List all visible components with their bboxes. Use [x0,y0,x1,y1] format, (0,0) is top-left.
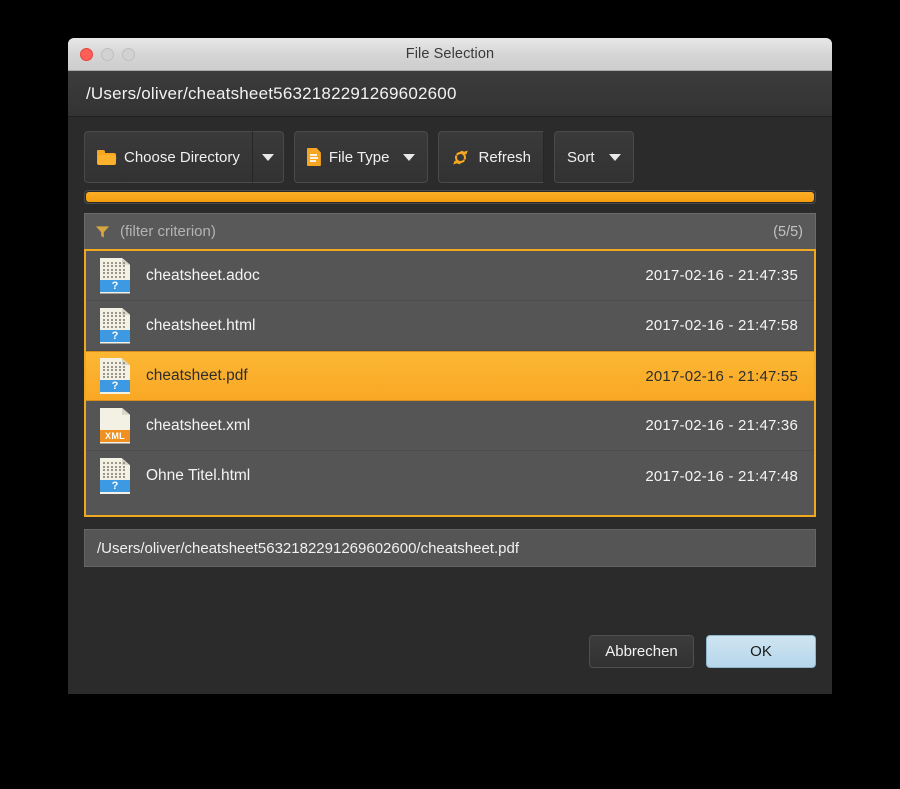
xml-file-icon: XML [100,407,130,444]
title-bar: File Selection [68,38,832,71]
choose-directory-dropdown-button[interactable] [252,131,284,183]
file-type-button[interactable]: File Type [293,131,429,183]
chevron-down-icon [403,153,416,161]
toolbar: Choose Directory File Type Refresh Sort [84,131,816,183]
choose-directory-label: Choose Directory [124,148,240,166]
progress-fill [86,192,814,202]
file-list-row[interactable]: XML cheatsheet.xml 2017-02-16 - 21:47:36 [86,401,814,451]
generic-file-icon: ? [100,358,130,394]
file-name: cheatsheet.adoc [146,266,260,284]
document-icon [306,148,321,166]
sort-button[interactable]: Sort [554,131,634,183]
window-title: File Selection [405,46,495,62]
file-list-row[interactable]: ? cheatsheet.pdf 2017-02-16 - 21:47:55 [86,351,814,401]
current-directory-path: /Users/oliver/cheatsheet5632182291269602… [86,83,457,103]
file-list-row[interactable]: ? Ohne Titel.html 2017-02-16 - 21:47:48 [86,451,814,501]
file-list-row[interactable]: ? cheatsheet.adoc 2017-02-16 - 21:47:35 [86,251,814,301]
chevron-down-icon [608,153,621,161]
filter-count-label: (5/5) [773,223,803,240]
file-modified-date: 2017-02-16 - 21:47:35 [645,267,798,284]
cancel-button[interactable]: Abbrechen [589,635,694,668]
generic-file-icon: ? [100,458,130,494]
folder-icon [97,149,117,165]
file-selection-window: File Selection /Users/oliver/cheatsheet5… [68,38,832,694]
chevron-down-icon [261,153,274,161]
file-name: Ohne Titel.html [146,467,251,484]
refresh-label: Refresh [478,148,532,166]
refresh-icon [451,148,470,167]
file-name: cheatsheet.pdf [146,367,248,384]
file-type-label: File Type [328,148,390,166]
file-name: cheatsheet.html [146,316,256,334]
funnel-icon [95,224,110,240]
selected-file-path-field[interactable]: /Users/oliver/cheatsheet5632182291269602… [84,529,816,567]
dialog-body: Choose Directory File Type Refresh Sort … [68,117,832,567]
file-name: cheatsheet.xml [146,416,251,434]
loading-progress-bar [84,190,816,204]
file-modified-date: 2017-02-16 - 21:47:55 [645,367,798,385]
file-modified-date: 2017-02-16 - 21:47:48 [645,467,798,485]
file-list-row[interactable]: ? cheatsheet.html 2017-02-16 - 21:47:58 [86,301,814,351]
generic-file-icon: ? [100,307,130,344]
file-modified-date: 2017-02-16 - 21:47:58 [645,317,798,334]
choose-directory-button[interactable]: Choose Directory [84,131,253,183]
selected-file-path-text: /Users/oliver/cheatsheet5632182291269602… [97,539,519,557]
sort-label: Sort [567,148,595,166]
dialog-footer: Abbrechen OK [589,635,816,668]
current-directory-header: /Users/oliver/cheatsheet5632182291269602… [68,71,832,117]
refresh-button[interactable]: Refresh [438,131,545,183]
filter-bar: (5/5) [84,213,816,249]
filter-input[interactable] [118,222,774,241]
generic-file-icon: ? [100,257,130,294]
file-modified-date: 2017-02-16 - 21:47:36 [645,417,798,434]
file-list[interactable]: ? cheatsheet.adoc 2017-02-16 - 21:47:35? ch… [84,249,816,517]
ok-button[interactable]: OK [706,635,816,668]
